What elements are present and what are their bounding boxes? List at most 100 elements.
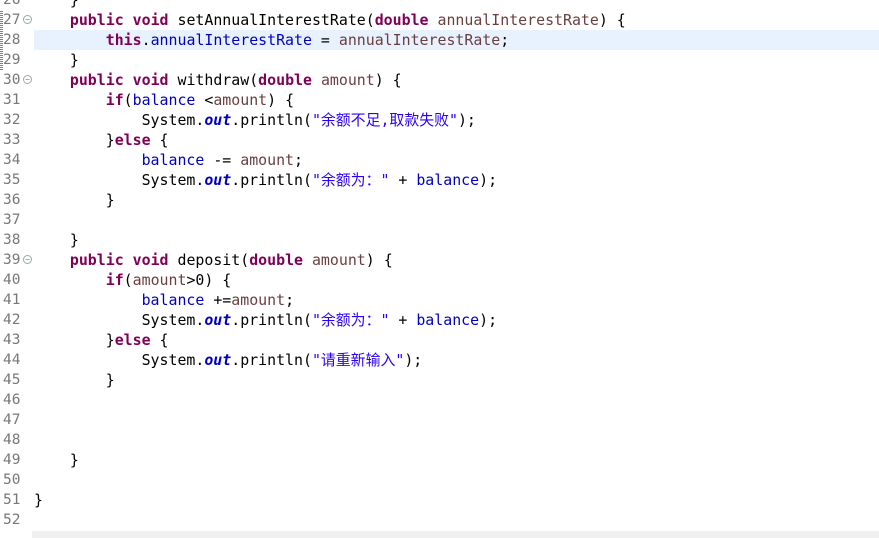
code-token: }: [34, 231, 79, 249]
code-line[interactable]: 26 }: [0, 0, 879, 10]
code-token: void: [132, 71, 169, 89]
code-token: =: [311, 31, 339, 49]
code-line[interactable]: 38 }: [0, 230, 879, 250]
line-number: 52: [3, 512, 21, 528]
line-number: 27: [3, 12, 21, 28]
code-line[interactable]: 42 System.out.println("余额为：" + balance);: [0, 310, 879, 330]
line-number: 39: [3, 252, 21, 268]
code-token: }: [34, 191, 115, 209]
code-token: out: [204, 351, 232, 369]
code-text: }: [34, 50, 879, 70]
line-number: 29: [3, 52, 21, 68]
code-token: }: [34, 331, 115, 349]
line-number: 42: [3, 312, 21, 328]
code-token: "请重新输入": [311, 351, 405, 369]
code-token: <: [195, 91, 214, 109]
code-token: }: [34, 451, 79, 469]
fold-collapse-icon[interactable]: −: [23, 255, 32, 264]
code-token: out: [204, 311, 232, 329]
code-line[interactable]: 50: [0, 470, 879, 490]
code-line[interactable]: 39− public void deposit(double amount) {: [0, 250, 879, 270]
code-token: double: [258, 71, 312, 89]
code-text: if(balance <amount) {: [34, 90, 879, 110]
code-line[interactable]: 33 }else {: [0, 130, 879, 150]
code-token: ) {: [598, 11, 626, 29]
code-line[interactable]: 48: [0, 430, 879, 450]
fold-collapse-icon[interactable]: −: [23, 75, 32, 84]
line-number: 35: [3, 172, 21, 188]
code-token: {: [150, 331, 169, 349]
code-line[interactable]: 40 if(amount>0) {: [0, 270, 879, 290]
code-line[interactable]: 32 System.out.println("余额不足,取款失败");: [0, 110, 879, 130]
code-line[interactable]: 51}: [0, 490, 879, 510]
code-token: balance: [416, 311, 480, 329]
code-line[interactable]: 43 }else {: [0, 330, 879, 350]
code-token: "余额不足,取款失败": [311, 111, 458, 129]
code-token: void: [132, 11, 169, 29]
code-token: );: [479, 171, 498, 189]
code-token: public: [69, 71, 124, 89]
code-token: .println(: [231, 351, 312, 369]
code-text: public void withdraw(double amount) {: [34, 70, 879, 90]
code-line[interactable]: 35 System.out.println("余额为：" + balance);: [0, 170, 879, 190]
fold-collapse-icon[interactable]: −: [23, 15, 32, 24]
code-line[interactable]: 47: [0, 410, 879, 430]
code-text: }: [34, 0, 879, 10]
code-line[interactable]: 52: [0, 510, 879, 530]
line-number: 33: [3, 132, 21, 148]
code-token: setAnnualInterestRate(: [168, 11, 375, 29]
code-line[interactable]: 37: [0, 210, 879, 230]
code-line[interactable]: 31 if(balance <amount) {: [0, 90, 879, 110]
code-line[interactable]: 49 }: [0, 450, 879, 470]
code-token: System.: [34, 111, 205, 129]
code-token: .println(: [231, 171, 312, 189]
line-number: 46: [3, 392, 21, 408]
code-text: public void setAnnualInterestRate(double…: [34, 10, 879, 30]
code-text: }: [34, 190, 879, 210]
code-token: }: [34, 0, 79, 9]
code-text: }: [34, 450, 879, 470]
code-token: amount: [311, 251, 366, 269]
code-token: amount: [320, 71, 375, 89]
code-token: void: [132, 251, 169, 269]
code-token: >0) {: [186, 271, 232, 289]
code-line[interactable]: 41 balance +=amount;: [0, 290, 879, 310]
code-token: ) {: [365, 251, 393, 269]
code-line[interactable]: 44 System.out.println("请重新输入");: [0, 350, 879, 370]
code-line[interactable]: 29 }: [0, 50, 879, 70]
code-token: System.: [34, 171, 205, 189]
code-token: }: [34, 131, 115, 149]
code-text: }: [34, 230, 879, 250]
code-line[interactable]: 34 balance -= amount;: [0, 150, 879, 170]
code-token: balance: [141, 291, 205, 309]
code-line[interactable]: 45 }: [0, 370, 879, 390]
code-token: (: [123, 91, 133, 109]
code-line[interactable]: 27− public void setAnnualInterestRate(do…: [0, 10, 879, 30]
code-token: System.: [34, 351, 205, 369]
horizontal-scrollbar[interactable]: [32, 531, 879, 538]
code-line[interactable]: 36 }: [0, 190, 879, 210]
code-token: deposit(: [168, 251, 250, 269]
code-line[interactable]: 30− public void withdraw(double amount) …: [0, 70, 879, 90]
code-token: "余额为：": [311, 171, 390, 189]
code-token: annualInterestRate: [437, 11, 599, 29]
code-text: }else {: [34, 130, 879, 150]
code-line[interactable]: 46: [0, 390, 879, 410]
code-token: (: [123, 271, 133, 289]
line-number: 32: [3, 112, 21, 128]
code-token: this: [105, 31, 142, 49]
code-text: public void deposit(double amount) {: [34, 250, 879, 270]
code-line[interactable]: 28 this.annualInterestRate = annualInter…: [0, 30, 879, 50]
code-editor[interactable]: 26 } 27− public void setAnnualInterestRat…: [0, 0, 879, 530]
